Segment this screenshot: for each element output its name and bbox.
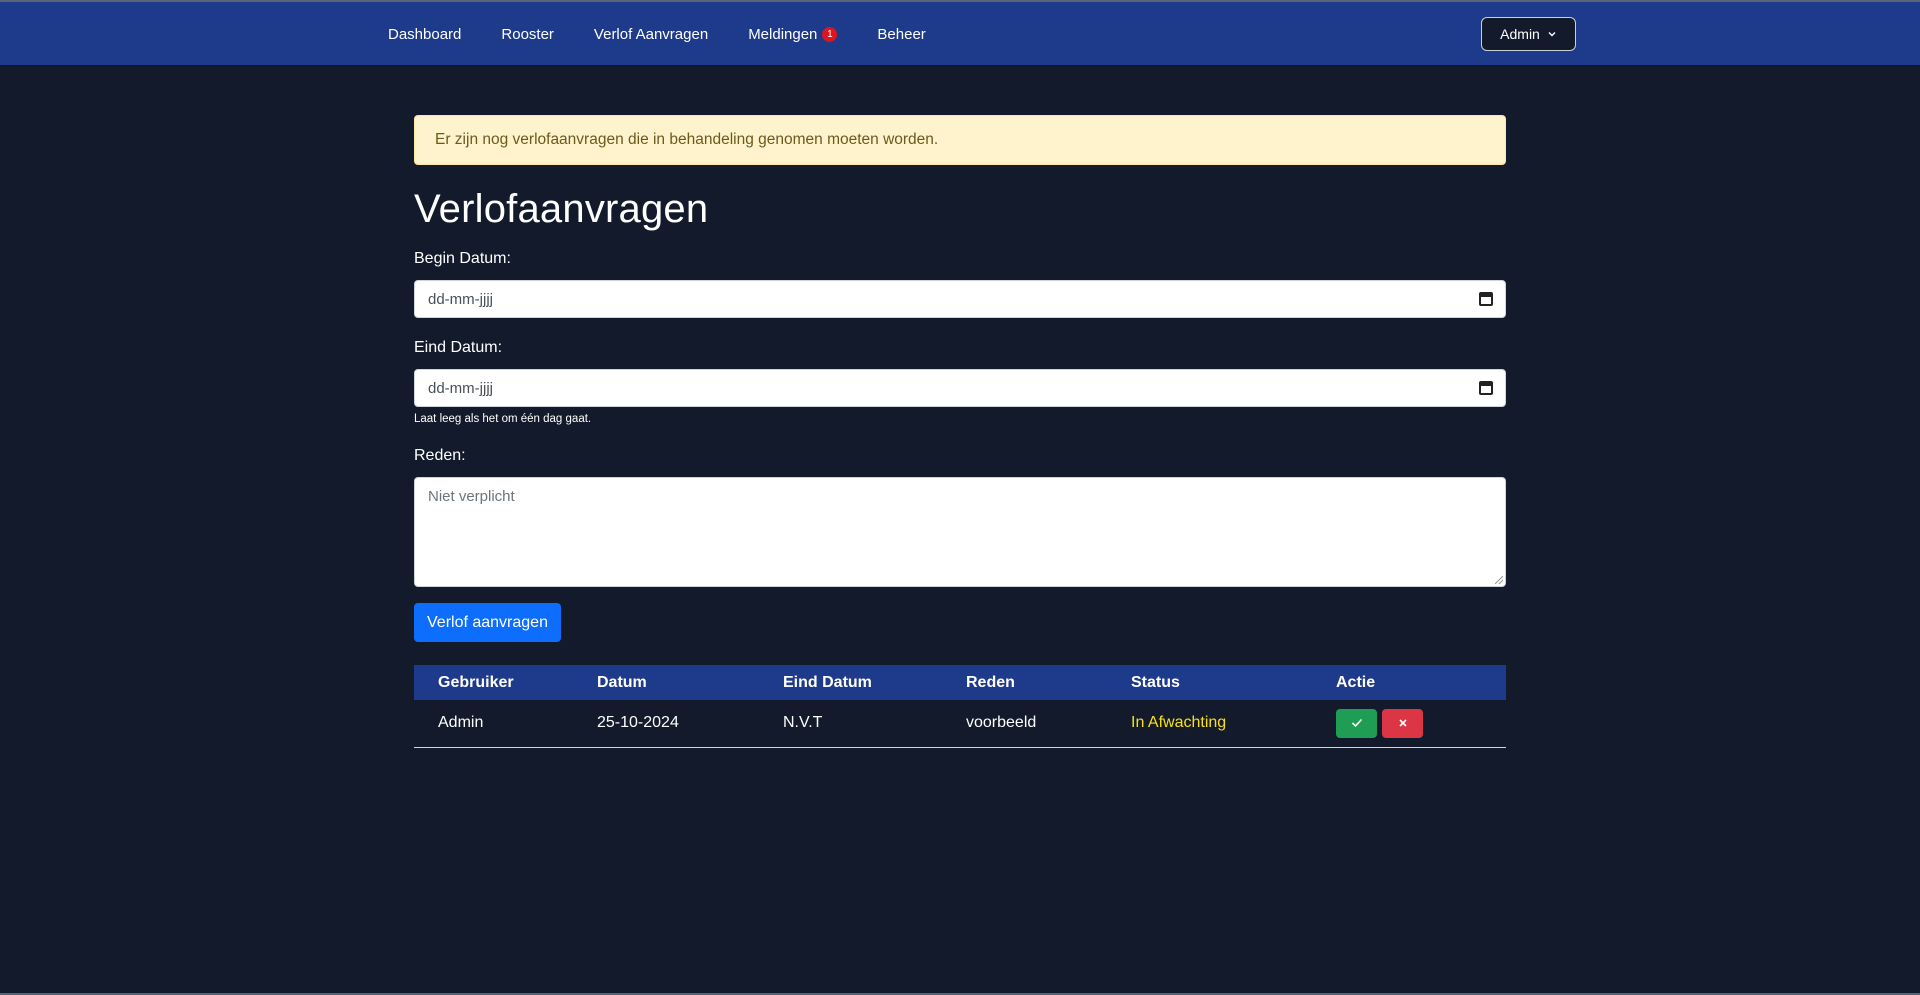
nav-links: Dashboard Rooster Verlof Aanvragen Meldi… (388, 2, 966, 66)
status-badge: In Afwachting (1107, 700, 1312, 748)
begin-date-placeholder: dd-mm-jjjj (428, 290, 493, 308)
column-header-reden: Reden (942, 665, 1107, 700)
user-menu-button[interactable]: Admin (1481, 17, 1576, 51)
x-icon (1398, 719, 1407, 727)
nav-link-meldingen[interactable]: Meldingen 1 (748, 25, 838, 43)
column-header-status: Status (1107, 665, 1312, 700)
reject-button[interactable] (1382, 708, 1423, 738)
calendar-icon[interactable] (1479, 381, 1493, 395)
cell-reason: voorbeeld (942, 700, 1107, 748)
nav-link-verlof-aanvragen[interactable]: Verlof Aanvragen (594, 26, 708, 43)
reason-label: Reden: (414, 447, 466, 464)
approve-button[interactable] (1336, 708, 1377, 738)
end-date-label: Eind Datum: (414, 339, 503, 356)
begin-date-input[interactable]: dd-mm-jjjj (414, 280, 1506, 318)
reason-textarea[interactable]: Niet verplicht (414, 477, 1506, 587)
end-date-input[interactable]: dd-mm-jjjj (414, 369, 1506, 407)
nav-link-rooster[interactable]: Rooster (501, 26, 554, 43)
cell-user: Admin (414, 700, 573, 748)
cell-date: 25-10-2024 (573, 700, 759, 748)
nav-link-dashboard[interactable]: Dashboard (388, 26, 461, 43)
reason-placeholder: Niet verplicht (428, 488, 515, 505)
cell-end-date: N.V.T (759, 700, 942, 748)
column-header-eind-datum: Eind Datum (759, 665, 942, 700)
end-date-placeholder: dd-mm-jjjj (428, 379, 493, 397)
check-icon (1351, 719, 1362, 728)
notification-badge: 1 (822, 26, 838, 42)
calendar-icon[interactable] (1479, 292, 1493, 306)
begin-date-label: Begin Datum: (414, 250, 511, 267)
column-header-gebruiker: Gebruiker (414, 665, 573, 700)
resize-handle-icon[interactable] (1495, 576, 1503, 584)
navbar: Dashboard Rooster Verlof Aanvragen Meldi… (0, 2, 1920, 66)
column-header-datum: Datum (573, 665, 759, 700)
leave-requests-table: Gebruiker Datum Eind Datum Reden Status … (414, 665, 1506, 748)
action-buttons (1336, 708, 1506, 738)
request-leave-button[interactable]: Verlof aanvragen (414, 603, 561, 642)
table-header-row: Gebruiker Datum Eind Datum Reden Status … (414, 665, 1506, 700)
pending-requests-alert: Er zijn nog verlofaanvragen die in behan… (414, 115, 1506, 165)
main-content: Er zijn nog verlofaanvragen die in behan… (414, 115, 1506, 748)
user-menu-label: Admin (1500, 26, 1540, 42)
chevron-down-icon (1548, 32, 1556, 37)
nav-link-meldingen-label: Meldingen (748, 25, 818, 43)
cell-actions (1312, 700, 1506, 748)
table-row: Admin 25-10-2024 N.V.T voorbeeld In Afwa… (414, 700, 1506, 748)
alert-text: Er zijn nog verlofaanvragen die in behan… (435, 131, 939, 148)
nav-link-beheer[interactable]: Beheer (877, 26, 925, 43)
end-date-help-text: Laat leeg als het om één dag gaat. (414, 413, 592, 425)
page-title: Verlofaanvragen (414, 187, 709, 231)
column-header-actie: Actie (1312, 665, 1506, 700)
